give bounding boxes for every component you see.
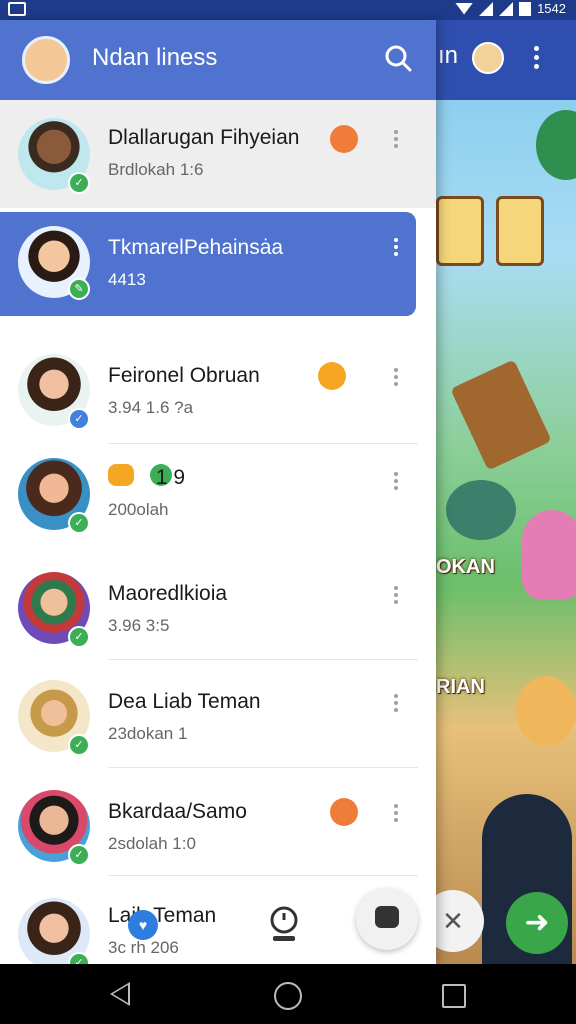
friend-meta: 3c rh 206 (108, 938, 179, 957)
chat-fab-button[interactable] (356, 888, 418, 950)
emoji-icon (330, 798, 358, 826)
friend-name: Maoredlkioia (108, 582, 228, 605)
game-avatar[interactable] (472, 42, 504, 74)
game-card[interactable] (496, 196, 544, 266)
friend-meta: 3.94 1.6 ?a (108, 398, 194, 417)
game-sign-1: OKAN (436, 556, 495, 578)
friend-name: Dea Liab Teman (108, 690, 261, 713)
heart-icon[interactable]: ♥ (128, 910, 158, 940)
list-item[interactable]: ✓ Dlallarugan Fihyeian Brdlokah 1:6 (0, 100, 436, 208)
more-icon[interactable] (394, 804, 398, 822)
friend-meta: 3.96 3:5 (108, 616, 170, 635)
friends-drawer: Ndan lineѕs ✓ Dlallarugan Fihyeian Brdlo… (0, 20, 436, 964)
online-badge: ✓ (68, 408, 90, 430)
search-icon[interactable] (384, 44, 412, 72)
friend-meta: 200olah (108, 500, 169, 519)
online-badge: ✓ (68, 626, 90, 648)
tree (536, 110, 576, 180)
online-badge: ✎ (68, 278, 90, 300)
friend-meta: 4413 (108, 270, 146, 289)
game-tool-button[interactable]: ✕ (436, 890, 484, 952)
bunny-character (522, 510, 576, 600)
online-badge: ✓ (68, 512, 90, 534)
friend-meta: Brdlokah 1:6 (108, 160, 204, 179)
more-icon[interactable] (394, 130, 398, 148)
list-item[interactable]: ✓ Maoredlkioia 3.96 3:5 (0, 552, 436, 660)
emoji-icon (330, 125, 358, 153)
gallery-icon (8, 2, 26, 16)
friend-name: Laih Teman (108, 904, 217, 927)
profile-avatar[interactable] (22, 36, 70, 84)
more-icon[interactable] (394, 694, 398, 712)
tree (446, 480, 516, 540)
list-item[interactable]: ✓ Feironel Obruan 3.94 1.6 ?a (0, 336, 436, 444)
status-bar: 1542 (0, 0, 576, 20)
friend-meta: 23dokan 1 (108, 724, 188, 743)
game-card[interactable] (436, 196, 484, 266)
list-item-selected[interactable]: ✎ TkmarelPehainsȧa 4413 (0, 212, 416, 316)
back-icon[interactable] (110, 982, 130, 1006)
game-next-button[interactable]: ➜ (506, 892, 568, 954)
friend-name: 1 9 (108, 466, 186, 489)
more-icon[interactable] (394, 472, 398, 490)
battery-icon (519, 1, 532, 16)
online-badge: ✓ (68, 734, 90, 756)
home-icon[interactable] (274, 982, 302, 1010)
online-badge: ✓ (68, 952, 90, 964)
timer-icon[interactable] (268, 904, 300, 944)
drawer-title: Ndan lineѕs (92, 44, 218, 71)
game-top-bar: ın (436, 20, 576, 100)
game-sign-2: RIAN (436, 676, 485, 698)
friend-meta: 2sdolah 1:0 (108, 834, 196, 853)
bear-character (516, 676, 576, 746)
online-badge: ✓ (68, 844, 90, 866)
drawer-header: Ndan lineѕs (0, 20, 436, 100)
wifi-icon (455, 2, 474, 15)
tree-house (450, 359, 552, 471)
more-icon[interactable] (394, 368, 398, 386)
list-item[interactable]: ✓ 1 9 200olah (0, 444, 436, 552)
game-more-icon[interactable] (534, 46, 539, 69)
friend-name: Bkardaa/Samo (108, 800, 247, 823)
game-top-text: ın (438, 42, 459, 69)
recents-icon[interactable] (442, 984, 466, 1008)
friend-name: Dlallarugan Fihyeian (108, 126, 300, 149)
more-icon[interactable] (394, 238, 398, 256)
signal-icon (479, 1, 494, 16)
signal-icon-2 (499, 1, 514, 16)
game-background: ın OKAN RIAN ✕ ➜ (436, 20, 576, 964)
friend-name: Feironel Obruan (108, 364, 260, 387)
emoji-icon (318, 362, 346, 390)
list-item[interactable]: ✓ Dea Liab Teman 23dokan 1 (0, 660, 436, 768)
status-icons: 1542 (455, 1, 566, 16)
friend-name: TkmarelPehainsȧa (108, 236, 284, 259)
list-item-content: ✎ TkmarelPehainsȧa 4413 (0, 212, 436, 316)
more-icon[interactable] (394, 586, 398, 604)
status-time: 1542 (537, 1, 566, 16)
list-item[interactable]: ✓ Bkardaa/Samo 2sdolah 1:0 (0, 768, 436, 876)
online-badge: ✓ (68, 172, 90, 194)
chat-icon (375, 906, 399, 928)
system-nav-bar (0, 964, 576, 1024)
